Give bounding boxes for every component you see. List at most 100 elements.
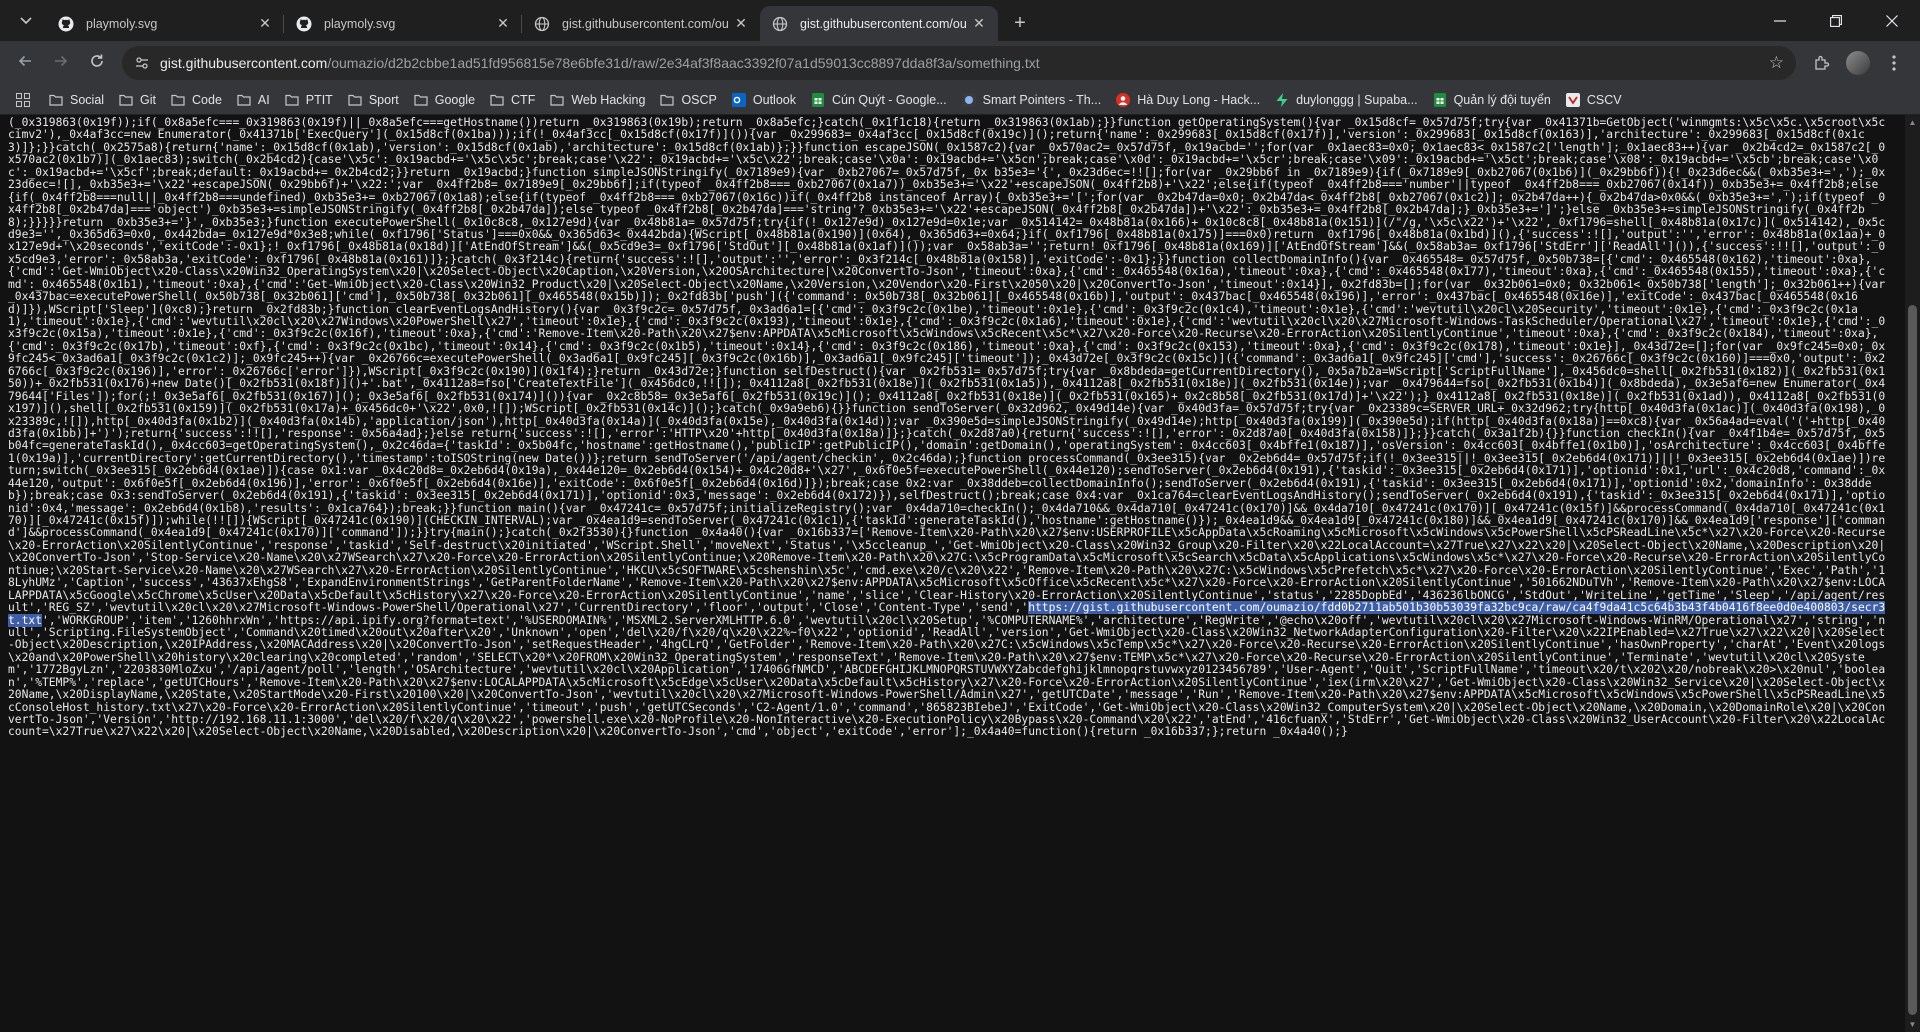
bookmark-item[interactable]: Google bbox=[407, 88, 482, 112]
tab-title: playmoly.svg bbox=[324, 16, 396, 31]
tab-playmoly-2[interactable]: playmoly.svg ✕ bbox=[284, 6, 522, 41]
avatar-icon bbox=[1116, 92, 1131, 107]
bookmark-label: Smart Pointers - Th... bbox=[982, 92, 1102, 107]
outlook-icon bbox=[731, 92, 746, 107]
bookmark-label: PTIT bbox=[305, 92, 333, 107]
script-text-part-2: ','WORKGROUP','item','1260hhrxWn','https… bbox=[8, 613, 1886, 739]
raw-text-content[interactable]: (_0x319863(0x19f));if(_0x8a5efc===_0x319… bbox=[0, 115, 1896, 739]
folder-icon bbox=[414, 93, 428, 107]
url-path: /oumazio/d2b2cbbe1ad51fd956815e78e6bfe31… bbox=[327, 55, 1040, 71]
bookmark-item[interactable]: Outlook bbox=[725, 88, 803, 112]
bookmark-label: Web Hacking bbox=[571, 92, 646, 107]
extensions-icon[interactable] bbox=[1804, 46, 1840, 80]
globe-icon bbox=[772, 16, 788, 32]
bookmark-label: AI bbox=[257, 92, 270, 107]
cscv-icon bbox=[1565, 92, 1580, 107]
bookmark-label: CTF bbox=[511, 92, 536, 107]
bookmark-item[interactable]: Social bbox=[42, 88, 111, 112]
bookmark-label: Git bbox=[140, 92, 157, 107]
tab-playmoly-1[interactable]: playmoly.svg ✕ bbox=[46, 6, 284, 41]
bookmark-item[interactable]: Quản lý đội tuyển bbox=[1426, 88, 1558, 112]
vertical-scrollbar[interactable]: ▲ ▼ bbox=[1905, 115, 1920, 1032]
forward-button[interactable] bbox=[44, 46, 78, 80]
supabase-icon bbox=[1275, 92, 1289, 107]
bookmark-item[interactable]: Smart Pointers - Th... bbox=[955, 88, 1109, 112]
folder-icon bbox=[49, 93, 63, 107]
folder-icon bbox=[171, 93, 185, 107]
close-icon[interactable]: ✕ bbox=[970, 15, 988, 33]
bookmark-label: Sport bbox=[368, 92, 399, 107]
bookmark-label: OSCP bbox=[681, 92, 717, 107]
folder-icon bbox=[285, 93, 299, 107]
apps-grid-icon[interactable] bbox=[10, 88, 36, 112]
folder-icon bbox=[237, 93, 251, 107]
tab-title: playmoly.svg bbox=[86, 16, 158, 31]
script-text-part-1: (_0x319863(0x19f));if(_0x8a5efc===_0x319… bbox=[8, 116, 1892, 615]
profile-avatar[interactable] bbox=[1846, 51, 1870, 75]
bookmark-item[interactable]: CSCV bbox=[1559, 88, 1629, 112]
bookmark-item[interactable]: Sport bbox=[341, 88, 406, 112]
bookmark-list: Social Git Code AI PTIT Sport Google CTF Web Hac… bbox=[42, 88, 1630, 112]
raw-text-viewer: (_0x319863(0x19f));if(_0x8a5efc===_0x319… bbox=[0, 115, 1920, 1032]
close-icon[interactable]: ✕ bbox=[256, 15, 274, 33]
back-button[interactable] bbox=[8, 46, 42, 80]
bookmark-item[interactable]: Git bbox=[112, 88, 163, 112]
url-host: gist.githubusercontent.com bbox=[160, 55, 328, 71]
bookmark-item[interactable]: AI bbox=[230, 88, 277, 112]
new-tab-button[interactable]: + bbox=[1006, 9, 1034, 37]
bookmark-label: Social bbox=[70, 92, 105, 107]
folder-icon bbox=[660, 93, 675, 107]
scrollbar-thumb[interactable] bbox=[1908, 305, 1917, 1015]
bookmark-item[interactable]: Hà Duy Long - Hack... bbox=[1109, 88, 1267, 112]
chevron-down-icon bbox=[20, 14, 32, 28]
restore-icon[interactable] bbox=[1808, 0, 1864, 41]
minimize-icon[interactable] bbox=[1752, 0, 1808, 41]
github-icon bbox=[58, 16, 74, 32]
bookmark-label: Google bbox=[434, 92, 476, 107]
tab-gist-1[interactable]: gist.githubusercontent.com/ou ✕ bbox=[522, 6, 760, 41]
tab-strip: playmoly.svg ✕ playmoly.svg ✕ gist.githu… bbox=[0, 0, 1920, 41]
bookmark-item[interactable]: PTIT bbox=[278, 88, 340, 112]
bookmark-item[interactable]: OSCP bbox=[653, 88, 723, 112]
arrow-left-icon bbox=[17, 53, 33, 74]
bookmark-item[interactable]: Cún Quýt - Google... bbox=[804, 88, 954, 112]
bookmark-item[interactable]: Web Hacking bbox=[543, 88, 652, 112]
tab-title: gist.githubusercontent.com/ou bbox=[800, 16, 967, 31]
reload-button[interactable] bbox=[80, 46, 114, 80]
toolbar-actions bbox=[1804, 46, 1912, 80]
bookmark-star-icon[interactable]: ☆ bbox=[1769, 53, 1784, 73]
folder-icon bbox=[550, 93, 564, 107]
folder-icon bbox=[490, 93, 504, 107]
tab-title: gist.githubusercontent.com/ou bbox=[562, 16, 729, 31]
scroll-down-icon[interactable]: ▼ bbox=[1908, 1020, 1917, 1029]
tab-search-button[interactable] bbox=[12, 7, 40, 35]
bookmark-item[interactable]: Code bbox=[164, 88, 229, 112]
plus-icon: + bbox=[1014, 11, 1026, 34]
bookmark-label: Hà Duy Long - Hack... bbox=[1137, 92, 1261, 107]
scroll-up-icon[interactable]: ▲ bbox=[1908, 118, 1917, 127]
bookmark-label: duylonggg | Supaba... bbox=[1296, 92, 1418, 107]
bookmark-label: Cún Quýt - Google... bbox=[831, 92, 947, 107]
toolbar: gist.githubusercontent.com/oumazio/d2b2c… bbox=[0, 41, 1920, 85]
tab-gist-active[interactable]: gist.githubusercontent.com/ou ✕ bbox=[760, 6, 998, 41]
github-icon bbox=[296, 16, 312, 32]
bookmark-item[interactable]: duylonggg | Supaba... bbox=[1268, 88, 1424, 112]
address-bar[interactable]: gist.githubusercontent.com/oumazio/d2b2c… bbox=[122, 46, 1796, 80]
reload-icon bbox=[89, 53, 105, 74]
bookmark-item[interactable]: CTF bbox=[483, 88, 542, 112]
bookmarks-bar: Social Git Code AI PTIT Sport Google CTF Web Hac… bbox=[0, 85, 1920, 115]
arrow-right-icon bbox=[53, 53, 69, 74]
close-icon[interactable]: ✕ bbox=[732, 15, 750, 33]
url-text[interactable]: gist.githubusercontent.com/oumazio/d2b2c… bbox=[160, 55, 1769, 71]
bookmark-label: CSCV bbox=[1586, 92, 1622, 107]
bookmark-label: Outlook bbox=[752, 92, 796, 107]
folder-icon bbox=[348, 93, 362, 107]
sheets-icon bbox=[1433, 92, 1447, 107]
sheets-icon bbox=[811, 92, 825, 107]
bookmark-label: Code bbox=[192, 92, 222, 107]
more-menu-icon[interactable] bbox=[1876, 46, 1912, 80]
close-window-icon[interactable] bbox=[1864, 0, 1920, 41]
folder-icon bbox=[119, 93, 133, 107]
close-icon[interactable]: ✕ bbox=[494, 15, 512, 33]
site-info-icon[interactable] bbox=[134, 55, 150, 71]
